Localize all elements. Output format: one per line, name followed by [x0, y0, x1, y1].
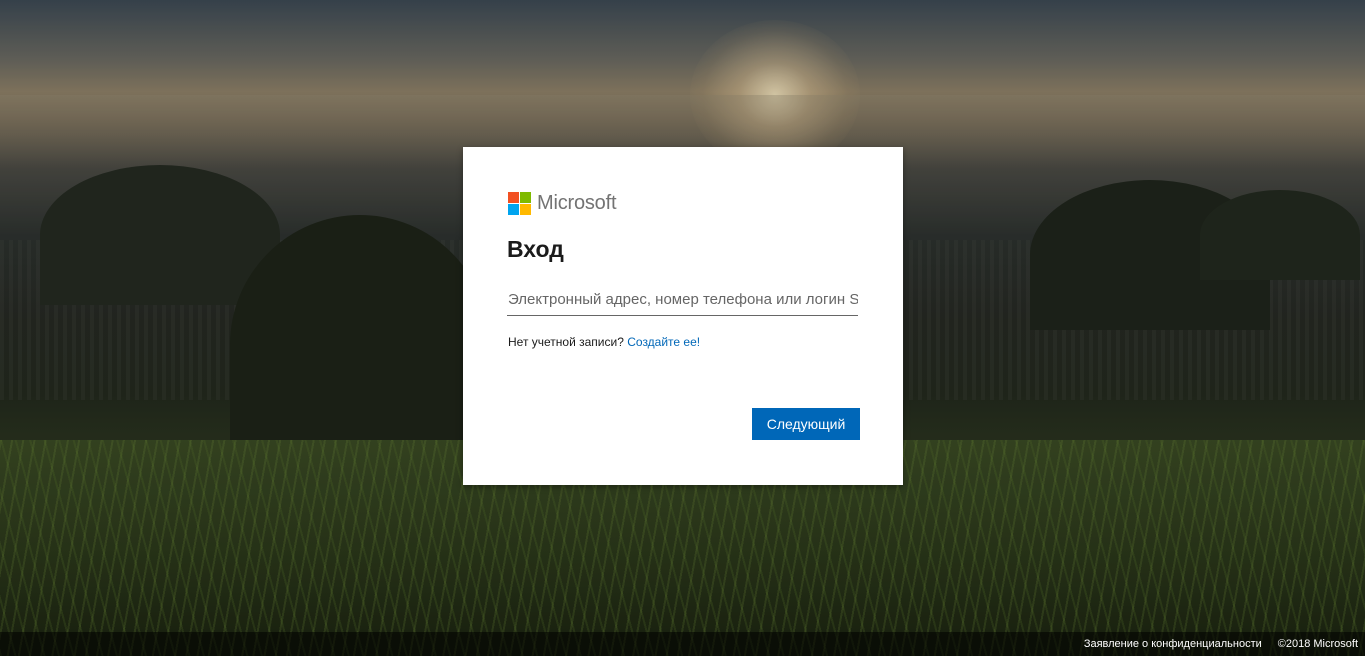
logo-square-red — [508, 192, 519, 203]
next-button[interactable]: Следующий — [752, 408, 860, 440]
signin-card: Microsoft Вход Нет учетной записи? Созда… — [463, 147, 903, 485]
footer: Заявление о конфиденциальности ©2018 Mic… — [0, 632, 1365, 656]
microsoft-logo-icon — [508, 192, 531, 215]
logo-square-blue — [508, 204, 519, 215]
email-input[interactable] — [507, 284, 858, 316]
privacy-statement-link[interactable]: Заявление о конфиденциальности — [1084, 638, 1262, 650]
create-account-link[interactable]: Создайте ее! — [627, 335, 700, 349]
microsoft-logo: Microsoft — [508, 192, 617, 215]
logo-square-yellow — [520, 204, 531, 215]
page-title: Вход — [507, 236, 564, 262]
no-account-text: Нет учетной записи? — [508, 335, 624, 349]
logo-square-green — [520, 192, 531, 203]
microsoft-logo-text: Microsoft — [537, 192, 617, 214]
copyright-text: ©2018 Microsoft — [1277, 638, 1358, 650]
no-account-row: Нет учетной записи? Создайте ее! — [508, 335, 700, 349]
